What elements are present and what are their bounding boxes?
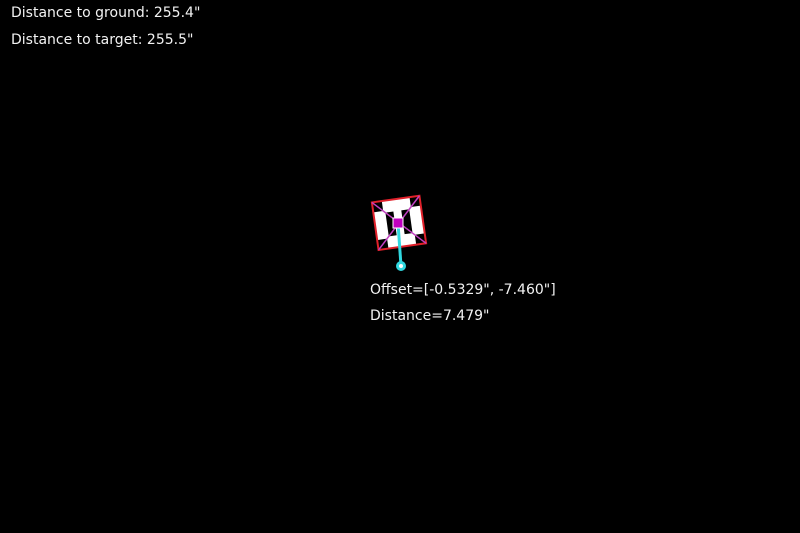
fiducial-marker-overlay [370, 194, 428, 271]
offset-readout: Offset=[-0.5329", -7.460"] [370, 282, 556, 298]
camera-viewport: Distance to ground: 255.4" Distance to t… [0, 0, 800, 533]
target-dot-icon [396, 261, 406, 271]
distance-readout: Distance=7.479" [370, 308, 490, 324]
distance-to-ground-label: Distance to ground: 255.4" [11, 5, 201, 21]
marker-center-icon [392, 217, 404, 229]
distance-to-target-label: Distance to target: 255.5" [11, 32, 194, 48]
